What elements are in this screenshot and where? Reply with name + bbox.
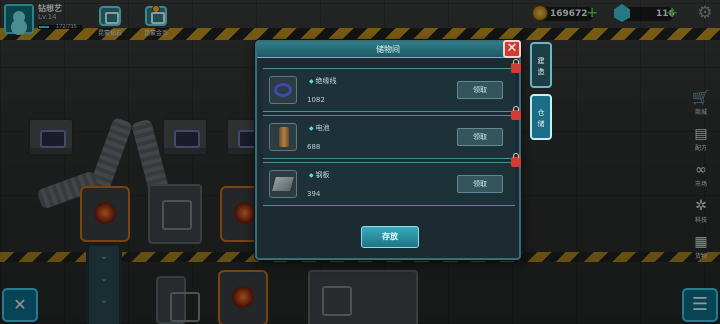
list-item: 绝缘线 1082 领取 xyxy=(263,59,521,112)
tab-storage[interactable]: 仓储 xyxy=(530,94,552,140)
item-count: 688 xyxy=(307,143,321,151)
lock-icon xyxy=(511,59,521,73)
tab-build[interactable]: 建造 xyxy=(530,42,552,88)
storage-dialog: 储物间 ✕ 绝缘线 1082 领取 电池 688 领取 钢板 394 领取 存放 xyxy=(255,40,521,260)
item-name: 绝缘线 xyxy=(309,76,337,86)
item-list: 绝缘线 1082 领取 电池 688 领取 钢板 394 领取 xyxy=(263,59,521,209)
item-count: 1082 xyxy=(307,96,325,104)
battery-icon xyxy=(269,123,297,151)
dialog-title: 储物间 xyxy=(257,42,519,58)
insulated-wire-icon xyxy=(269,76,297,104)
lock-icon xyxy=(511,106,521,120)
list-item: 电池 688 领取 xyxy=(263,106,521,159)
lock-icon xyxy=(511,153,521,167)
claim-button[interactable]: 领取 xyxy=(457,128,503,146)
item-count: 394 xyxy=(307,190,321,198)
list-item: 钢板 394 领取 xyxy=(263,153,521,206)
store-button[interactable]: 存放 xyxy=(361,226,419,248)
item-name: 电池 xyxy=(309,123,330,133)
claim-button[interactable]: 领取 xyxy=(457,175,503,193)
close-button[interactable]: ✕ xyxy=(503,40,521,58)
item-name: 钢板 xyxy=(309,170,330,180)
steel-plate-icon xyxy=(269,170,297,198)
claim-button[interactable]: 领取 xyxy=(457,81,503,99)
dialog-side-tabs: 建造 仓储 xyxy=(530,42,552,140)
